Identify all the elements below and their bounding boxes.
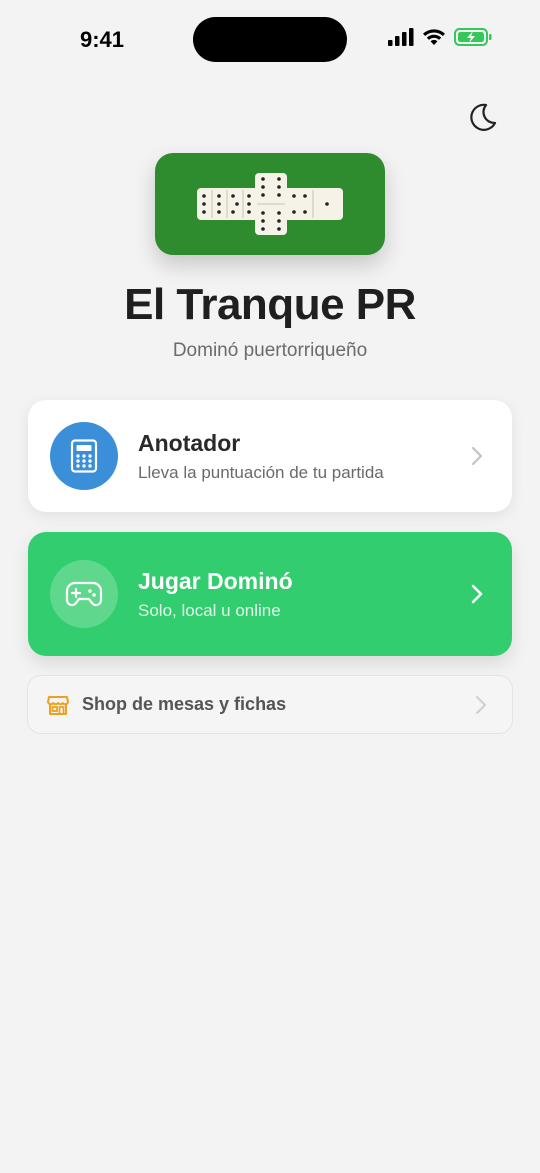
app-subtitle: Dominó puertorriqueño xyxy=(172,340,368,361)
chevron-right-icon xyxy=(471,446,483,466)
anotador-card[interactable]: Anotador Lleva la puntuación de tu parti… xyxy=(28,400,512,512)
anotador-icon-circle xyxy=(50,422,118,490)
gamepad-icon xyxy=(65,581,103,607)
battery-charging-icon xyxy=(454,28,492,46)
status-time: 9:41 xyxy=(80,27,125,52)
shop-button[interactable]: Shop de mesas y fichas xyxy=(27,675,513,734)
anotador-title: Anotador xyxy=(138,429,241,456)
moon-icon[interactable] xyxy=(466,100,500,134)
jugar-description: Solo, local u online xyxy=(138,600,281,620)
store-icon xyxy=(47,695,69,715)
anotador-description: Lleva la puntuación de tu partida xyxy=(138,462,384,482)
status-icons xyxy=(388,28,492,46)
dynamic-island xyxy=(193,17,347,62)
chevron-right-icon xyxy=(476,695,486,714)
app-logo xyxy=(155,153,385,255)
jugar-title: Jugar Dominó xyxy=(138,567,293,594)
app-title: El Tranque PR xyxy=(124,280,416,329)
jugar-icon-circle xyxy=(50,560,118,628)
shop-label: Shop de mesas y fichas xyxy=(82,694,287,714)
wifi-icon xyxy=(423,29,445,45)
jugar-domino-card[interactable]: Jugar Dominó Solo, local u online xyxy=(28,532,512,656)
domino-tiles-icon xyxy=(197,173,343,235)
calculator-icon xyxy=(70,439,98,473)
chevron-right-icon xyxy=(471,584,483,604)
cellular-signal-icon xyxy=(388,28,414,46)
